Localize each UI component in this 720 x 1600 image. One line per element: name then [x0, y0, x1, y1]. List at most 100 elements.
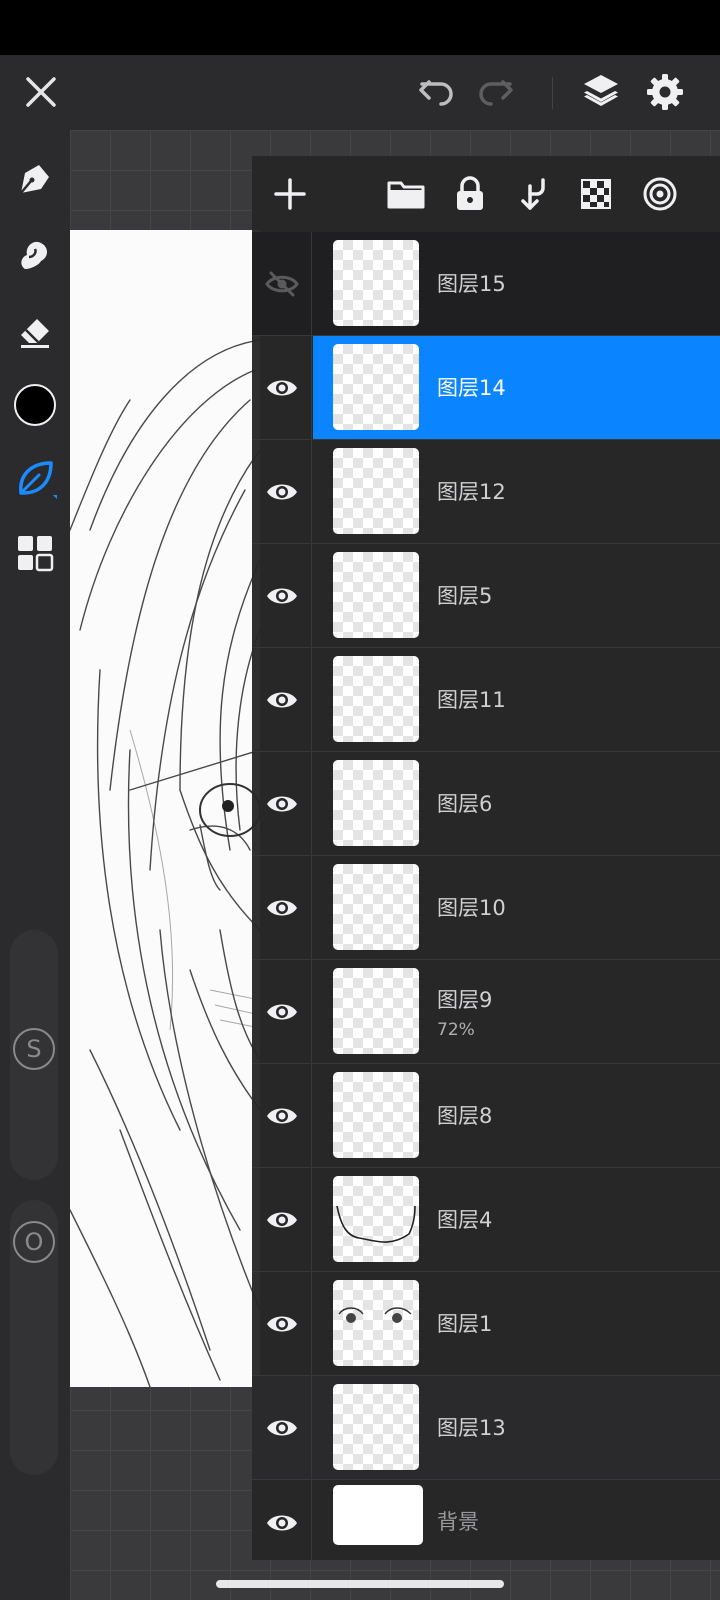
brush-pen-icon	[20, 165, 49, 194]
visibility-toggle[interactable]	[252, 1064, 312, 1167]
visibility-toggle[interactable]	[252, 648, 312, 751]
layer-body[interactable]: 图层15	[313, 232, 720, 335]
close-icon	[26, 77, 56, 107]
layer-body[interactable]: 图层10	[313, 856, 720, 959]
layer-opacity: 72%	[437, 1020, 475, 1040]
layer-body[interactable]: 图层12	[313, 440, 720, 543]
layer-thumbnail	[333, 240, 419, 326]
eye-icon	[266, 1108, 297, 1123]
thumbnail-eyes	[338, 1307, 412, 1323]
visibility-toggle[interactable]	[252, 752, 312, 855]
size-slider-label: S	[13, 1028, 55, 1070]
layer-row-selected[interactable]: 图层14	[252, 336, 720, 440]
color-picker-button[interactable]	[10, 380, 60, 430]
lock-layer-button[interactable]	[446, 170, 494, 218]
new-group-button[interactable]	[382, 170, 430, 218]
folder-icon	[387, 181, 425, 209]
layer-row[interactable]: 图层13	[252, 1376, 720, 1480]
layer-row[interactable]: 图层6	[252, 752, 720, 856]
layer-name: 图层1	[437, 1312, 493, 1336]
layer-thumbnail	[333, 1176, 419, 1262]
layer-row[interactable]: 图层5	[252, 544, 720, 648]
thumbnail-sketch	[336, 1205, 416, 1243]
layer-thumbnail	[333, 968, 419, 1054]
layer-name: 图层4	[437, 1208, 493, 1232]
layer-body[interactable]: 图层11	[313, 648, 720, 751]
layer-name: 图层5	[437, 584, 493, 608]
visibility-toggle[interactable]	[252, 1376, 312, 1479]
layer-name: 背景	[437, 1510, 479, 1534]
merge-down-button[interactable]	[510, 170, 558, 218]
drawing-canvas[interactable]	[70, 230, 260, 1387]
visibility-toggle[interactable]	[252, 960, 312, 1063]
layer-thumbnail	[333, 1072, 419, 1158]
layer-body[interactable]: 图层13	[313, 1376, 720, 1479]
background-layer-row[interactable]: 背景	[252, 1480, 720, 1566]
layer-row[interactable]: 图层1	[252, 1272, 720, 1376]
lasso-leaf-icon	[19, 461, 57, 499]
layer-row[interactable]: 图层11	[252, 648, 720, 752]
selection-tool-button[interactable]	[10, 454, 60, 504]
eye-icon	[266, 796, 297, 811]
redo-icon	[479, 80, 513, 106]
visibility-toggle[interactable]	[252, 856, 312, 959]
layer-row[interactable]: 图层8	[252, 1064, 720, 1168]
left-toolbar: S O	[0, 130, 70, 1600]
eye-icon	[266, 588, 297, 603]
eye-icon	[266, 1004, 297, 1019]
layer-body[interactable]: 图层9 72%	[313, 960, 720, 1063]
layer-body[interactable]: 图层8	[313, 1064, 720, 1167]
layer-body[interactable]: 图层14	[313, 336, 720, 439]
add-layer-button[interactable]	[266, 170, 314, 218]
gear-icon	[647, 74, 683, 110]
layer-name: 图层11	[437, 688, 506, 712]
layer-list: 图层15 图层14 图层12 图层5 图层11 图层6 图层10 图层9 72%…	[252, 232, 720, 1566]
visibility-toggle[interactable]	[252, 1272, 312, 1375]
settings-button[interactable]	[640, 67, 690, 117]
visibility-toggle[interactable]	[252, 1480, 312, 1566]
alpha-lock-button[interactable]	[572, 170, 620, 218]
layer-name: 图层14	[437, 376, 506, 400]
layer-body[interactable]: 图层4	[313, 1168, 720, 1271]
layer-name: 图层9	[437, 988, 493, 1012]
layer-row[interactable]: 图层4	[252, 1168, 720, 1272]
eraser-tool-button[interactable]	[10, 306, 60, 356]
layer-row[interactable]: 图层10	[252, 856, 720, 960]
undo-icon	[419, 80, 453, 106]
layer-row[interactable]: 图层15	[252, 232, 720, 336]
brush-tool-button[interactable]	[10, 154, 60, 204]
eye-icon	[266, 900, 297, 915]
layer-body[interactable]: 图层5	[313, 544, 720, 647]
merge-down-icon	[521, 178, 545, 210]
layer-thumbnail	[333, 552, 419, 638]
visibility-toggle[interactable]	[252, 232, 312, 335]
smudge-tool-button[interactable]	[10, 230, 60, 280]
top-toolbar	[0, 55, 720, 130]
layer-name: 图层13	[437, 1416, 506, 1440]
visibility-toggle[interactable]	[252, 440, 312, 543]
visibility-toggle[interactable]	[252, 544, 312, 647]
layer-thumbnail	[333, 1280, 419, 1366]
layer-thumbnail	[333, 656, 419, 742]
layers-button[interactable]	[576, 67, 626, 117]
visibility-toggle[interactable]	[252, 1168, 312, 1271]
layer-row[interactable]: 图层12	[252, 440, 720, 544]
undo-button[interactable]	[412, 67, 462, 117]
status-bar	[0, 0, 720, 55]
layer-thumbnail	[333, 760, 419, 846]
layer-name: 图层12	[437, 480, 506, 504]
layer-body[interactable]: 图层1	[313, 1272, 720, 1375]
redo-button[interactable]	[470, 67, 520, 117]
layer-row[interactable]: 图层9 72%	[252, 960, 720, 1064]
more-tools-button[interactable]	[10, 528, 60, 578]
add-layer-icon	[274, 178, 306, 210]
visibility-toggle[interactable]	[252, 336, 312, 439]
opacity-slider-label: O	[13, 1221, 55, 1263]
home-indicator[interactable]	[216, 1580, 504, 1588]
close-button[interactable]	[16, 67, 66, 117]
layer-thumbnail	[333, 1384, 419, 1470]
layer-body[interactable]: 背景	[313, 1480, 720, 1566]
reference-layer-button[interactable]	[636, 170, 684, 218]
layer-body[interactable]: 图层6	[313, 752, 720, 855]
layers-icon	[584, 75, 618, 106]
